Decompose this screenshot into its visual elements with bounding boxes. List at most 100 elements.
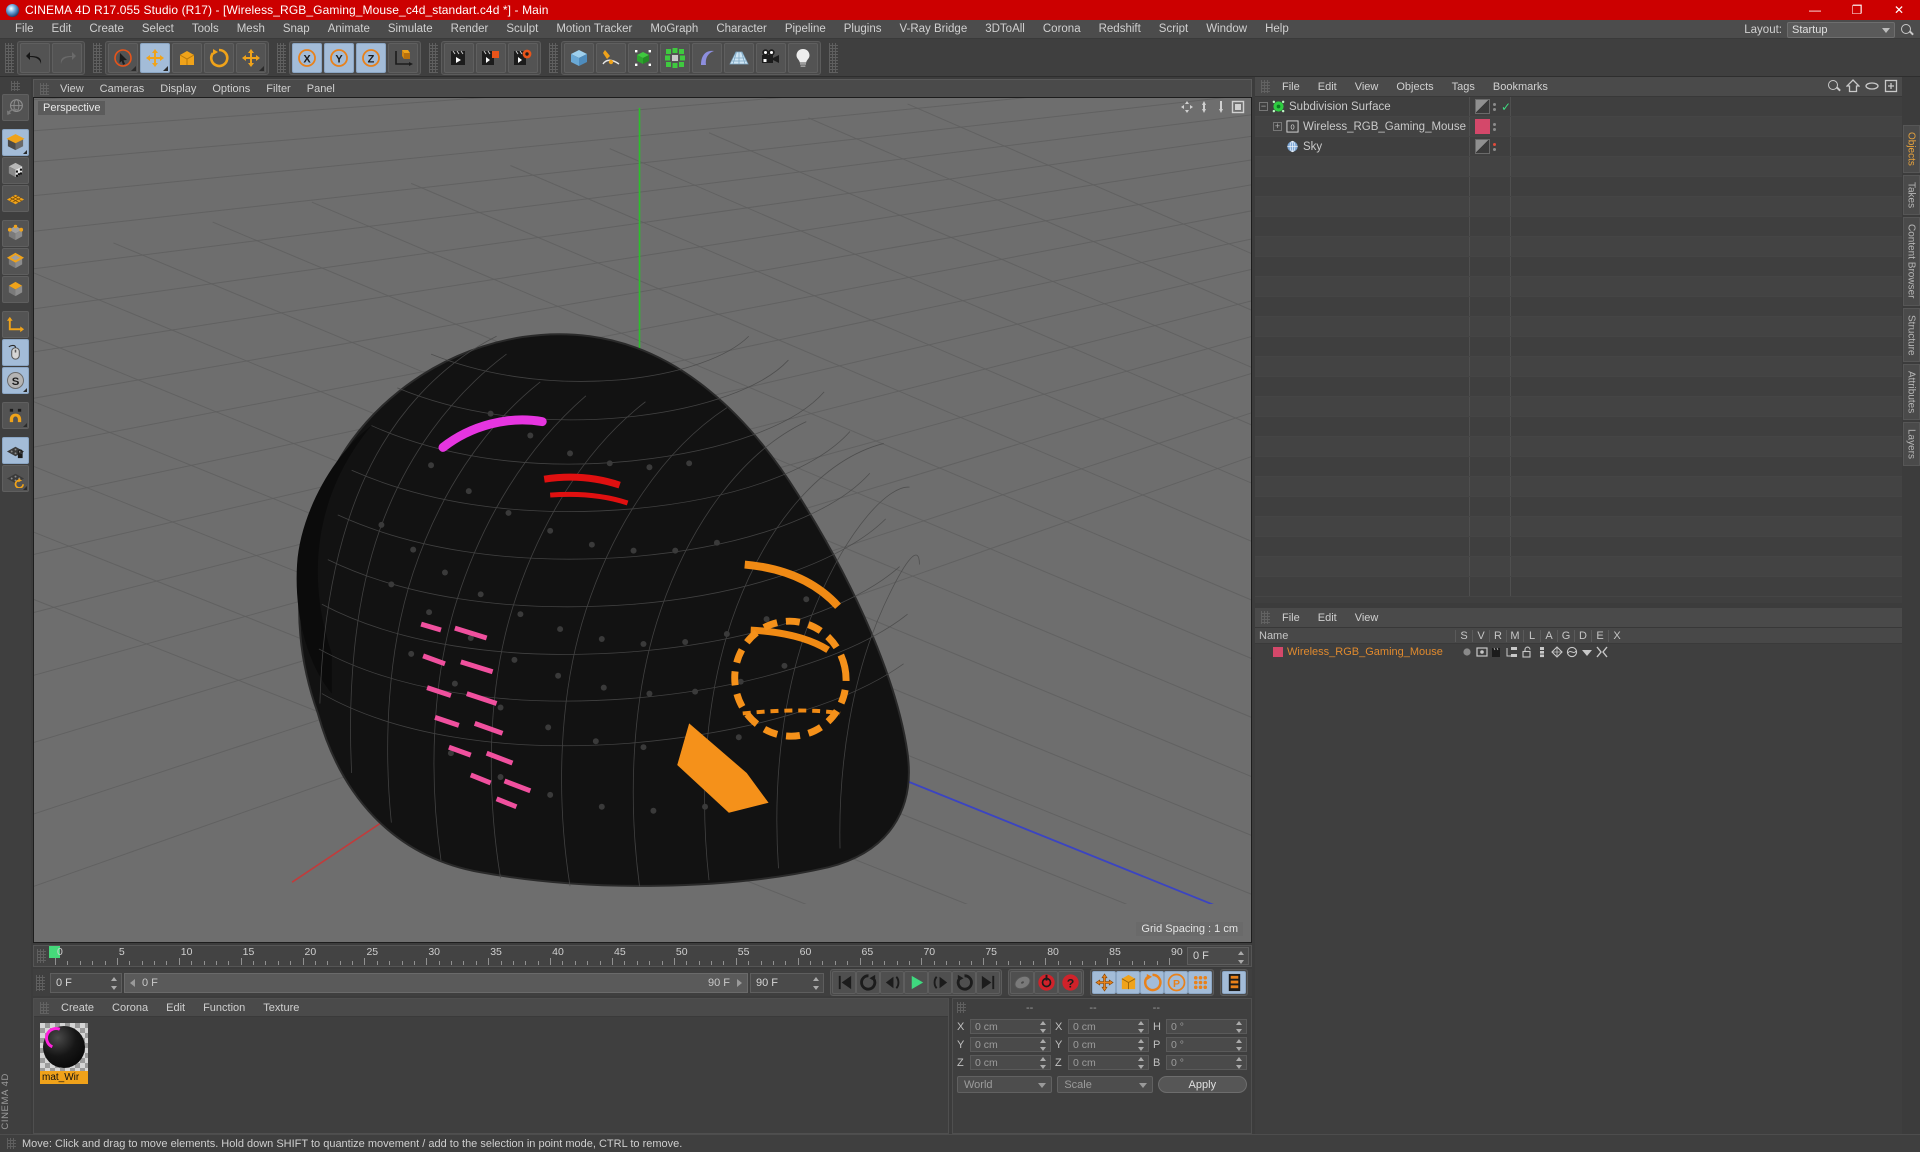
layout-dropdown[interactable]: Startup (1787, 21, 1895, 38)
object-tag-swatch[interactable] (1475, 119, 1490, 134)
new-view-icon[interactable] (1884, 79, 1898, 93)
play-backwards-button[interactable] (856, 971, 880, 994)
expander-plus-icon[interactable]: + (1273, 122, 1282, 131)
keyframe-selection-button[interactable]: ? (1058, 971, 1082, 994)
play-forward-button[interactable] (904, 971, 928, 994)
point-level-animation-button[interactable] (1188, 971, 1212, 994)
edges-mode-button[interactable] (2, 248, 29, 275)
previous-frame-button[interactable] (880, 971, 904, 994)
scale-tool-button[interactable] (172, 42, 202, 73)
home-icon[interactable] (1846, 79, 1860, 93)
rotation-key-button[interactable] (1140, 971, 1164, 994)
material-item[interactable]: mat_Wir (40, 1023, 88, 1084)
menu-snap[interactable]: Snap (274, 20, 319, 39)
coord-rotation-field-h[interactable]: 0 ° (1166, 1019, 1247, 1034)
manager-icon[interactable] (1506, 646, 1518, 658)
model-mode-button[interactable] (2, 129, 29, 156)
render-settings-button[interactable] (508, 42, 538, 73)
edge-tab-layers[interactable]: Layers (1902, 422, 1920, 467)
layer-menu-view[interactable]: View (1346, 608, 1388, 628)
render-view-button[interactable] (444, 42, 474, 73)
move-duplicate-button[interactable] (236, 42, 266, 73)
coord-size-field-x[interactable]: 0 cm (1068, 1019, 1149, 1034)
layer-menu-file[interactable]: File (1273, 608, 1309, 628)
parameter-key-button[interactable]: P (1164, 971, 1188, 994)
record-active-objects-button[interactable] (1010, 971, 1034, 994)
dot-icon[interactable] (1461, 646, 1473, 658)
menu-corona[interactable]: Corona (1034, 20, 1090, 39)
expression-icon[interactable] (1581, 646, 1593, 658)
object-tree[interactable]: − Subdivision Surface ✓ +0 Wireless_RGB_Gami… (1255, 97, 1902, 603)
scrub-right-icon[interactable] (734, 978, 744, 988)
coordinate-grip[interactable] (957, 1002, 966, 1013)
menu-plugins[interactable]: Plugins (835, 20, 891, 39)
layer-column-m[interactable]: M (1506, 629, 1523, 642)
object-menu-objects[interactable]: Objects (1387, 77, 1442, 97)
position-key-button[interactable] (1092, 971, 1116, 994)
move-view-icon[interactable] (1180, 100, 1194, 114)
viewport-menu-view[interactable]: View (52, 80, 92, 98)
menu-animate[interactable]: Animate (319, 20, 379, 39)
layer-column-x[interactable]: X (1608, 629, 1625, 642)
layer-name-cell[interactable]: Wireless_RGB_Gaming_Mouse (1255, 646, 1455, 658)
menu-edit[interactable]: Edit (43, 20, 81, 39)
workplane-mode-button[interactable] (2, 185, 29, 212)
add-cube-button[interactable] (564, 42, 594, 73)
menu-character[interactable]: Character (707, 20, 776, 39)
toolbar-grip[interactable] (429, 42, 438, 73)
object-menu-bookmarks[interactable]: Bookmarks (1484, 77, 1557, 97)
menu-render[interactable]: Render (442, 20, 498, 39)
go-to-start-button[interactable] (832, 971, 856, 994)
material-menu-edit[interactable]: Edit (157, 999, 194, 1017)
menu-redshift[interactable]: Redshift (1090, 20, 1150, 39)
expander-minus-icon[interactable]: − (1259, 102, 1268, 111)
workplane-lock-button[interactable] (2, 437, 29, 464)
stepper-icon[interactable] (1238, 951, 1245, 964)
object-visibility-dots[interactable] (1493, 122, 1496, 131)
stepper-icon[interactable] (1040, 1057, 1047, 1069)
menu-select[interactable]: Select (133, 20, 183, 39)
lock-y-axis-button[interactable]: Y (324, 42, 354, 73)
object-menu-grip[interactable] (1261, 80, 1270, 93)
menu-simulate[interactable]: Simulate (379, 20, 442, 39)
layer-menu-grip[interactable] (1261, 611, 1270, 624)
xpresso-icon[interactable] (1596, 646, 1608, 658)
transport-grip[interactable] (36, 974, 45, 991)
object-tag-cell[interactable]: ✓ (1475, 99, 1511, 114)
layer-menu-edit[interactable]: Edit (1309, 608, 1346, 628)
layer-column-v[interactable]: V (1472, 629, 1489, 642)
viewport-menu-panel[interactable]: Panel (299, 80, 343, 98)
object-visibility-dots[interactable] (1493, 142, 1496, 151)
snap-button[interactable] (2, 402, 29, 429)
add-camera-button[interactable] (756, 42, 786, 73)
search-icon[interactable] (1827, 79, 1841, 93)
live-selection-button[interactable] (108, 42, 138, 73)
menu-sculpt[interactable]: Sculpt (497, 20, 547, 39)
coord-rotation-field-p[interactable]: 0 ° (1166, 1037, 1247, 1052)
viewport-menu-grip[interactable] (40, 82, 49, 95)
object-tag-cell[interactable] (1475, 119, 1496, 134)
menu-motion-tracker[interactable]: Motion Tracker (547, 20, 641, 39)
toolbar-grip[interactable] (93, 42, 102, 73)
object-visibility-dots[interactable] (1493, 102, 1496, 111)
menu-mesh[interactable]: Mesh (228, 20, 274, 39)
stepper-icon[interactable] (1040, 1021, 1047, 1033)
layer-column-g[interactable]: G (1557, 629, 1574, 642)
timeline-ruler[interactable]: 0 5 10 15 20 25 30 35 40 45 50 55 60 65 70 75 80 85 90 0 F (33, 945, 1252, 967)
material-menu-corona[interactable]: Corona (103, 999, 157, 1017)
animation-icon[interactable] (1536, 646, 1548, 658)
object-tag-cell[interactable] (1475, 139, 1496, 154)
menu-create[interactable]: Create (80, 20, 133, 39)
object-tag-swatch[interactable] (1475, 139, 1490, 154)
material-list[interactable]: mat_Wir (34, 1017, 948, 1133)
toolbar-grip[interactable] (549, 42, 558, 73)
material-menu-create[interactable]: Create (52, 999, 103, 1017)
autokeying-button[interactable] (1034, 971, 1058, 994)
scale-view-icon[interactable] (1197, 100, 1211, 114)
object-menu-tags[interactable]: Tags (1443, 77, 1484, 97)
render-to-picture-viewer-button[interactable] (476, 42, 506, 73)
object-row[interactable]: Sky (1255, 137, 1902, 157)
size-mode-dropdown[interactable]: Scale (1057, 1076, 1153, 1093)
minimize-button[interactable]: — (1794, 0, 1836, 20)
maximize-viewport-icon[interactable] (1231, 100, 1245, 114)
